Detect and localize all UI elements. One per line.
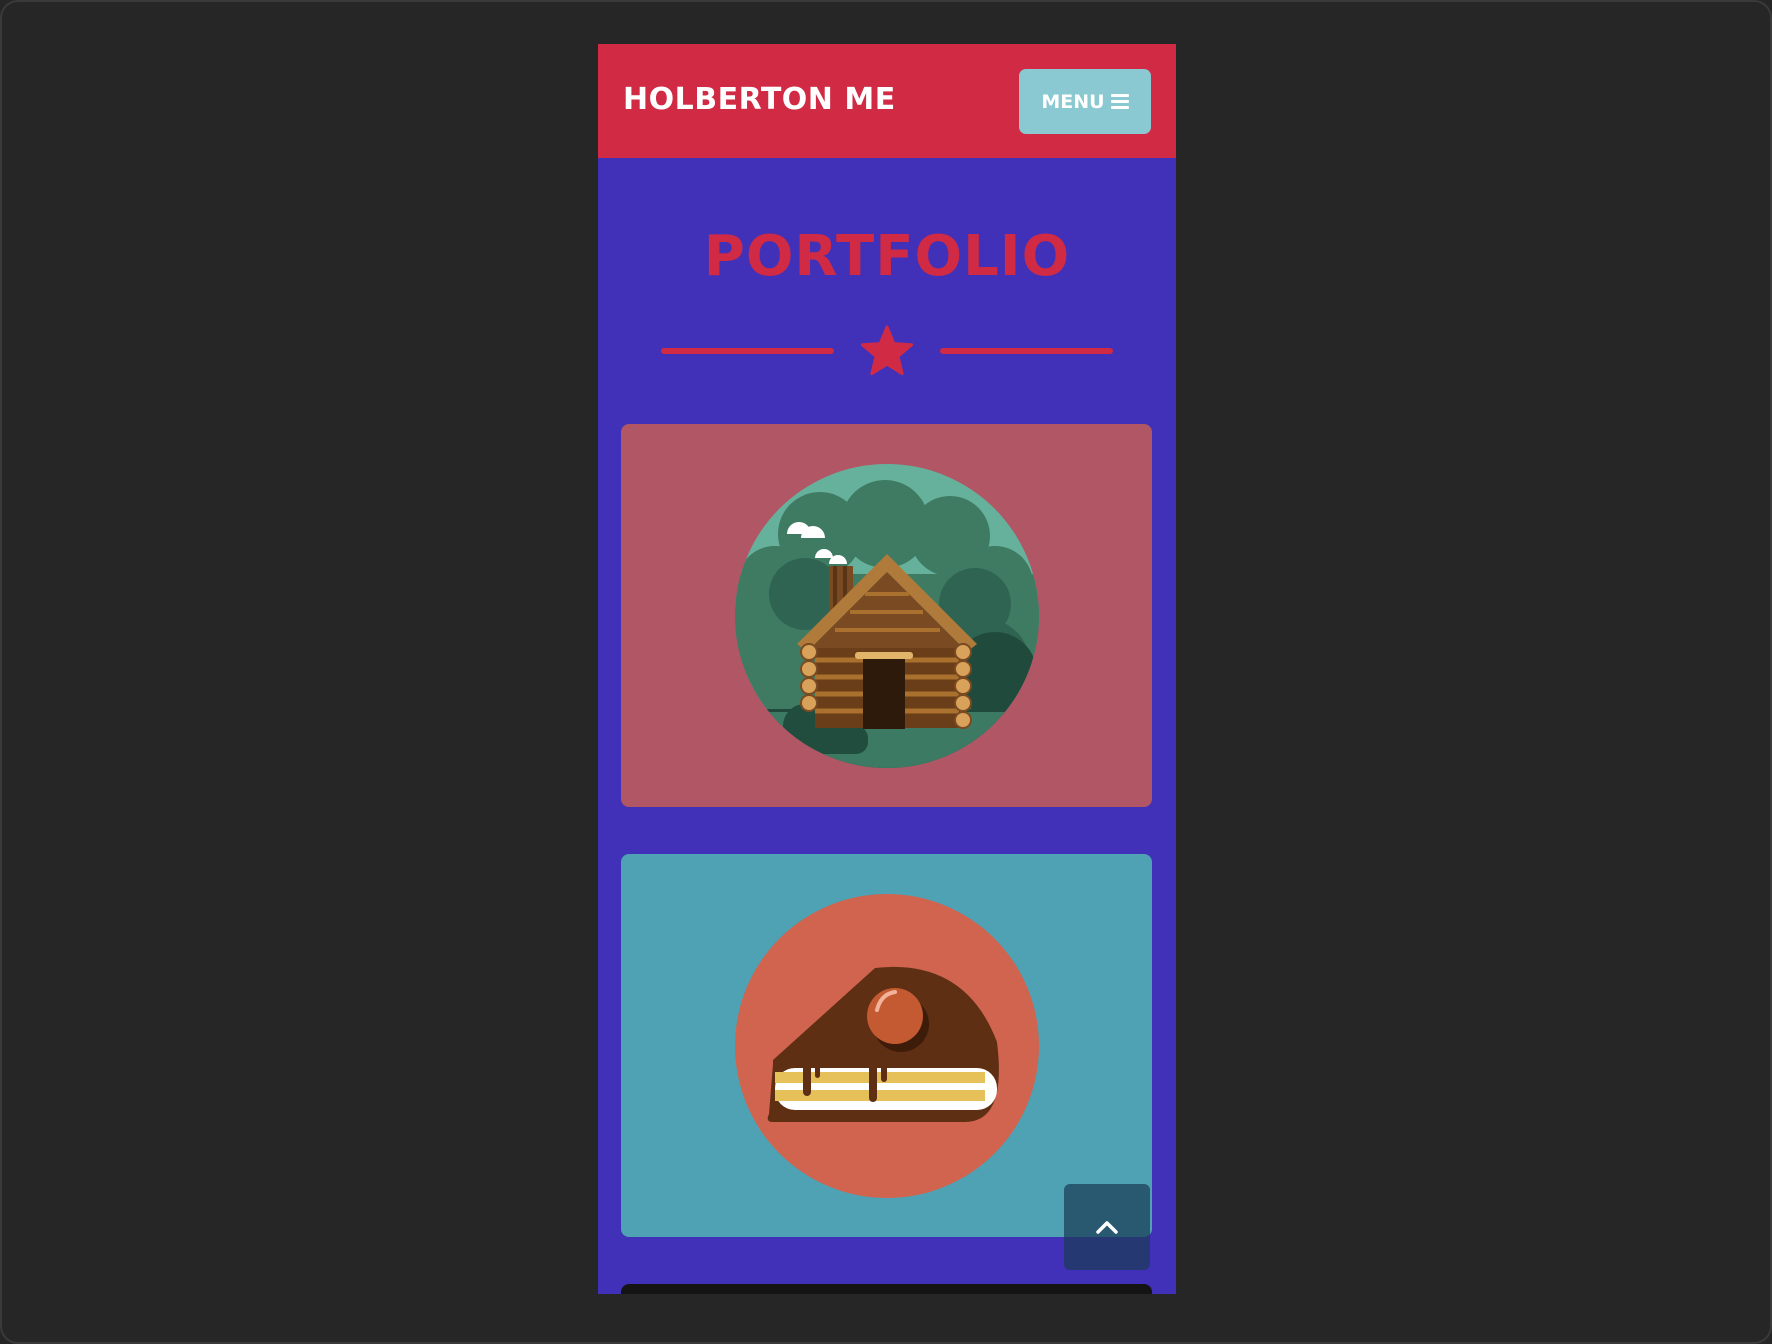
section-divider (661, 322, 1113, 382)
portfolio-item[interactable] (621, 1284, 1152, 1294)
chevron-up-icon (1096, 1221, 1118, 1234)
section-title: PORTFOLIO (703, 224, 1071, 289)
menu-button[interactable]: MENU (1019, 69, 1151, 134)
page-viewport[interactable]: HOLBERTON ME MENU PORTFOLIO (598, 44, 1176, 1294)
brand-logo-text[interactable]: HOLBERTON ME (623, 82, 896, 117)
navbar: HOLBERTON ME MENU (598, 44, 1176, 158)
menu-button-label: MENU (1041, 90, 1105, 113)
hamburger-icon (1110, 93, 1129, 110)
back-to-top-button[interactable] (1064, 1184, 1150, 1270)
log-cabin-icon (735, 464, 1039, 768)
divider-line-right (940, 348, 1113, 354)
cake-slice-icon (735, 894, 1039, 1198)
divider-line-left (661, 348, 834, 354)
portfolio-item[interactable] (621, 854, 1152, 1237)
portfolio-item[interactable] (621, 424, 1152, 807)
browser-window: HOLBERTON ME MENU PORTFOLIO (0, 0, 1772, 1344)
star-icon (860, 325, 914, 376)
